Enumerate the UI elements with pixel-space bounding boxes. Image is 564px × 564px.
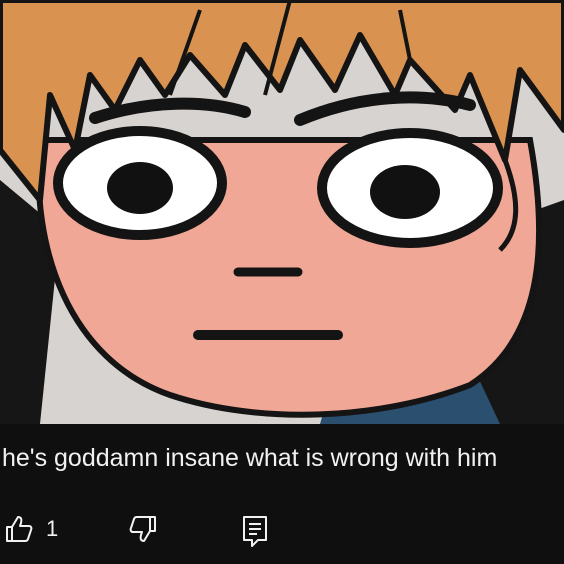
dislike-button[interactable] [128,514,158,544]
like-count: 1 [46,516,59,541]
like-button[interactable]: 1 [4,514,58,544]
cartoon-face-image [0,0,564,424]
comment-text: he's goddamn insane what is wrong with h… [2,444,498,472]
comment-actions: 1 [0,512,564,552]
reply-button[interactable] [240,514,270,548]
thumbs-up-icon [6,516,33,542]
thumbs-down-icon [129,516,156,542]
meme-frame: he's goddamn insane what is wrong with h… [0,0,564,564]
comment-bar: he's goddamn insane what is wrong with h… [0,424,564,564]
reply-comment-icon [243,516,267,547]
